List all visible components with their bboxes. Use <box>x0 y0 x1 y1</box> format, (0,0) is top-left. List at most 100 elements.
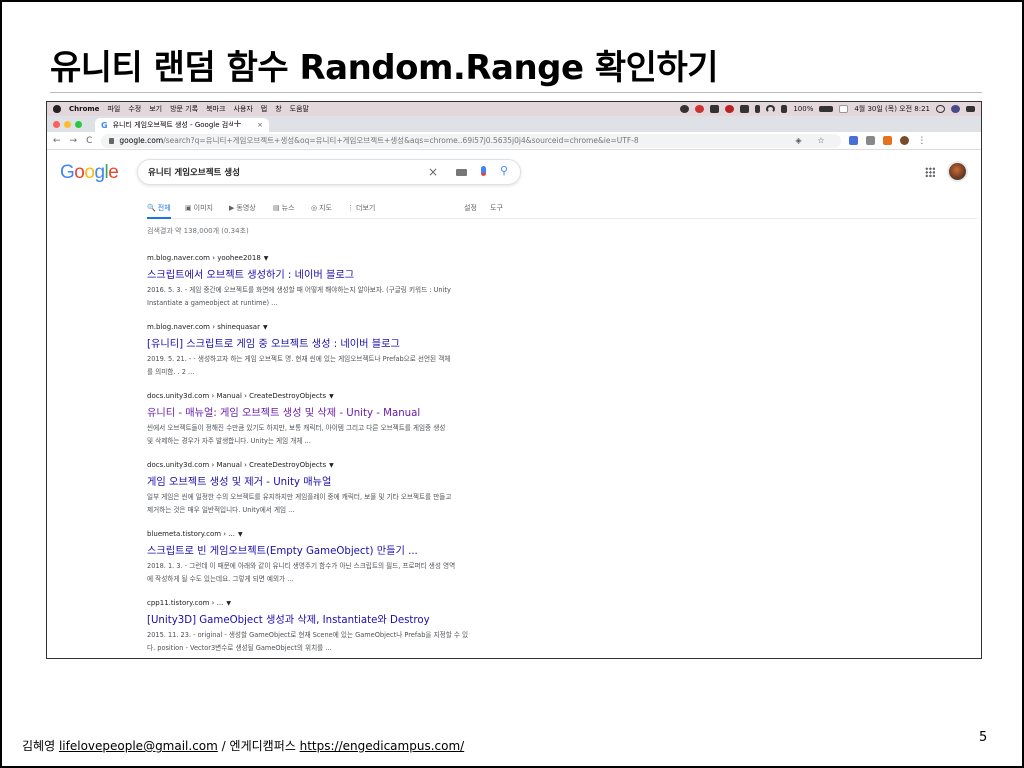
result-url[interactable]: m.blog.naver.com › yoohee2018 ▼ <box>147 254 487 262</box>
menu-window[interactable]: 창 <box>275 104 281 114</box>
result-title-link[interactable]: [유니티] 스크립트로 게임 중 오브젝트 생성 : 네이버 블로그 <box>147 335 487 350</box>
flag-icon[interactable] <box>839 105 849 113</box>
result-url[interactable]: cpp11.tistory.com › ... ▼ <box>147 599 487 607</box>
result-snippet: 를 의미함. . 2 ... <box>147 368 195 376</box>
profile-avatar-icon[interactable] <box>900 136 910 145</box>
browser-tab[interactable]: G 유니티 게임오브젝트 생성 - Google 검색 × <box>95 118 269 132</box>
google-results-page: Google 유니티 게임오브젝트 생성 × ⚲ 🔍 전체 ▣ 이미지 ▶ 동영상 ▤… <box>47 150 981 658</box>
orange-extension-icon[interactable] <box>883 136 893 145</box>
result-snippet: 씬에서 오브젝트들이 정해진 수만큼 있기도 하지만, 보통 캐릭터, 아이템 … <box>147 424 446 432</box>
search-query[interactable]: 유니티 게임오브젝트 생성 <box>148 166 240 178</box>
close-window-button[interactable] <box>53 121 60 128</box>
footer-email-link[interactable]: lifelovepeople@gmail.com <box>59 739 218 753</box>
menu-people[interactable]: 사용자 <box>233 104 252 114</box>
wifi-icon[interactable] <box>766 105 776 113</box>
creative-cloud-icon[interactable] <box>725 105 735 113</box>
menu-history[interactable]: 방문 기록 <box>170 104 198 114</box>
result-title-link[interactable]: 게임 오브젝트 생성 및 제거 - Unity 매뉴얼 <box>147 473 487 488</box>
footer-separator: / <box>221 739 226 753</box>
tab-news[interactable]: ▤ 뉴스 <box>273 203 295 213</box>
extension-icons: ⋮ <box>849 136 926 146</box>
address-bar[interactable]: google.com /search?q=유니티+게임오브젝트+생성&oq=유니… <box>101 133 842 148</box>
search-box[interactable]: 유니티 게임오브젝트 생성 × ⚲ <box>137 159 521 185</box>
menu-view[interactable]: 보기 <box>149 104 162 114</box>
dropdown-arrow-icon: ▼ <box>329 393 334 400</box>
menu-bookmarks[interactable]: 북마크 <box>206 104 225 114</box>
tab-videos[interactable]: ▶ 동영상 <box>229 203 256 213</box>
tab-all[interactable]: 🔍 전체 <box>147 203 171 219</box>
back-button[interactable]: ← <box>53 136 61 146</box>
result-title-link[interactable]: 유니티 - 매뉴얼: 게임 오브젝트 생성 및 삭제 - Unity - Man… <box>147 404 487 419</box>
new-tab-button[interactable]: + <box>233 117 242 130</box>
tab-maps[interactable]: ◎ 지도 <box>311 203 332 213</box>
result-snippet: 및 삭제하는 경우가 자주 발생합니다. Unity는 게임 개체 ... <box>147 437 311 445</box>
battery-app-icon[interactable] <box>740 105 750 113</box>
status-icon[interactable] <box>710 105 720 113</box>
volume-icon[interactable] <box>781 105 788 113</box>
tab-images[interactable]: ▣ 이미지 <box>185 203 213 213</box>
page-number: 5 <box>979 730 988 745</box>
apple-icon[interactable] <box>53 105 61 113</box>
settings-link[interactable]: 설정 <box>464 203 477 213</box>
search-icon[interactable]: ⚲ <box>500 164 508 177</box>
result-title-link[interactable]: 스크립트로 빈 게임오브젝트(Empty GameObject) 만들기 ... <box>147 542 487 557</box>
account-avatar[interactable] <box>947 161 968 182</box>
menubar-clock[interactable]: 4월 30일 (목) 오전 8:21 <box>854 104 930 114</box>
menu-file[interactable]: 파일 <box>107 104 120 114</box>
notification-center-icon[interactable] <box>966 106 975 112</box>
footer-url-link[interactable]: https://engedicampus.com/ <box>300 739 465 753</box>
forward-button[interactable]: → <box>70 136 78 146</box>
slide: 유니티 랜덤 함수 Random.Range 확인하기 Chrome 파일 수정… <box>0 0 1024 768</box>
location-key-icon[interactable]: ◈ <box>795 136 801 145</box>
clear-search-icon[interactable]: × <box>428 165 438 179</box>
search-small-icon: 🔍 <box>147 204 156 212</box>
image-icon: ▣ <box>185 204 192 212</box>
dropdown-arrow-icon: ▼ <box>226 600 231 607</box>
url-host: google.com <box>119 136 164 145</box>
result-snippet: 제거하는 것은 매우 일반적입니다. Unity에서 게임 ... <box>147 506 295 514</box>
footer-org: 엔게디캠퍼스 <box>229 739 296 753</box>
tools-link[interactable]: 도구 <box>490 203 503 213</box>
bookmark-star-icon[interactable]: ☆ <box>817 136 824 145</box>
result-snippet: 일부 게임은 씬에 일정한 수의 오브젝트를 유지하지만 게임플레이 중에 캐릭… <box>147 493 452 501</box>
result-url[interactable]: m.blog.naver.com › shinequasar ▼ <box>147 323 487 331</box>
menu-help[interactable]: 도움말 <box>290 104 309 114</box>
keyboard-icon[interactable] <box>456 169 467 176</box>
google-favicon-icon: G <box>101 120 108 130</box>
maximize-window-button[interactable] <box>75 121 82 128</box>
battery-icon[interactable] <box>819 106 834 112</box>
minimize-window-button[interactable] <box>64 121 71 128</box>
result-snippet: 다. position - Vector3변수로 생성될 GameObject의… <box>147 644 332 652</box>
camera-extension-icon[interactable] <box>866 136 876 145</box>
unity-status-icon[interactable] <box>680 105 690 113</box>
adobe-status-icon[interactable] <box>695 105 705 113</box>
browser-tabbar: G 유니티 게임오브젝트 생성 - Google 검색 × + <box>47 116 981 132</box>
google-logo[interactable]: Google <box>60 162 119 184</box>
mac-menubar: Chrome 파일 수정 보기 방문 기록 북마크 사용자 탭 창 도움말 10… <box>47 102 981 116</box>
more-vertical-icon: ⋮ <box>347 204 354 212</box>
search-result: docs.unity3d.com › Manual › CreateDestro… <box>147 461 487 517</box>
menu-tab[interactable]: 탭 <box>261 104 267 114</box>
result-snippet: 2018. 1. 3. - 그런데 이 때문에 아래와 같이 유니티 생명주기 … <box>147 562 456 570</box>
tab-close-icon[interactable]: × <box>257 121 263 129</box>
result-title-link[interactable]: [Unity3D] GameObject 생성과 삭제, Instantiate… <box>147 611 487 626</box>
menu-app-name[interactable]: Chrome <box>69 105 99 113</box>
chrome-menu-icon[interactable]: ⋮ <box>917 136 926 146</box>
result-url[interactable]: bluemeta.tistory.com › ... ▼ <box>147 530 487 538</box>
translate-extension-icon[interactable] <box>849 136 859 145</box>
dropdown-arrow-icon: ▼ <box>238 531 243 538</box>
lock-icon[interactable] <box>109 137 115 144</box>
tab-more[interactable]: ⋮ 더보기 <box>347 203 375 213</box>
result-url[interactable]: docs.unity3d.com › Manual › CreateDestro… <box>147 392 487 400</box>
menu-edit[interactable]: 수정 <box>128 104 141 114</box>
bluetooth-icon[interactable] <box>755 105 761 113</box>
google-apps-icon[interactable] <box>925 167 935 177</box>
slide-footer: 김혜영 lifelovepeople@gmail.com / 엔게디캠퍼스 ht… <box>22 737 464 754</box>
search-result: m.blog.naver.com › yoohee2018 ▼ 스크립트에서 오브… <box>147 254 487 310</box>
reload-button[interactable]: C <box>86 136 92 146</box>
siri-icon[interactable] <box>951 105 960 113</box>
microphone-icon[interactable] <box>481 166 486 176</box>
spotlight-icon[interactable] <box>936 105 945 113</box>
result-url[interactable]: docs.unity3d.com › Manual › CreateDestro… <box>147 461 487 469</box>
result-title-link[interactable]: 스크립트에서 오브젝트 생성하기 : 네이버 블로그 <box>147 266 487 281</box>
